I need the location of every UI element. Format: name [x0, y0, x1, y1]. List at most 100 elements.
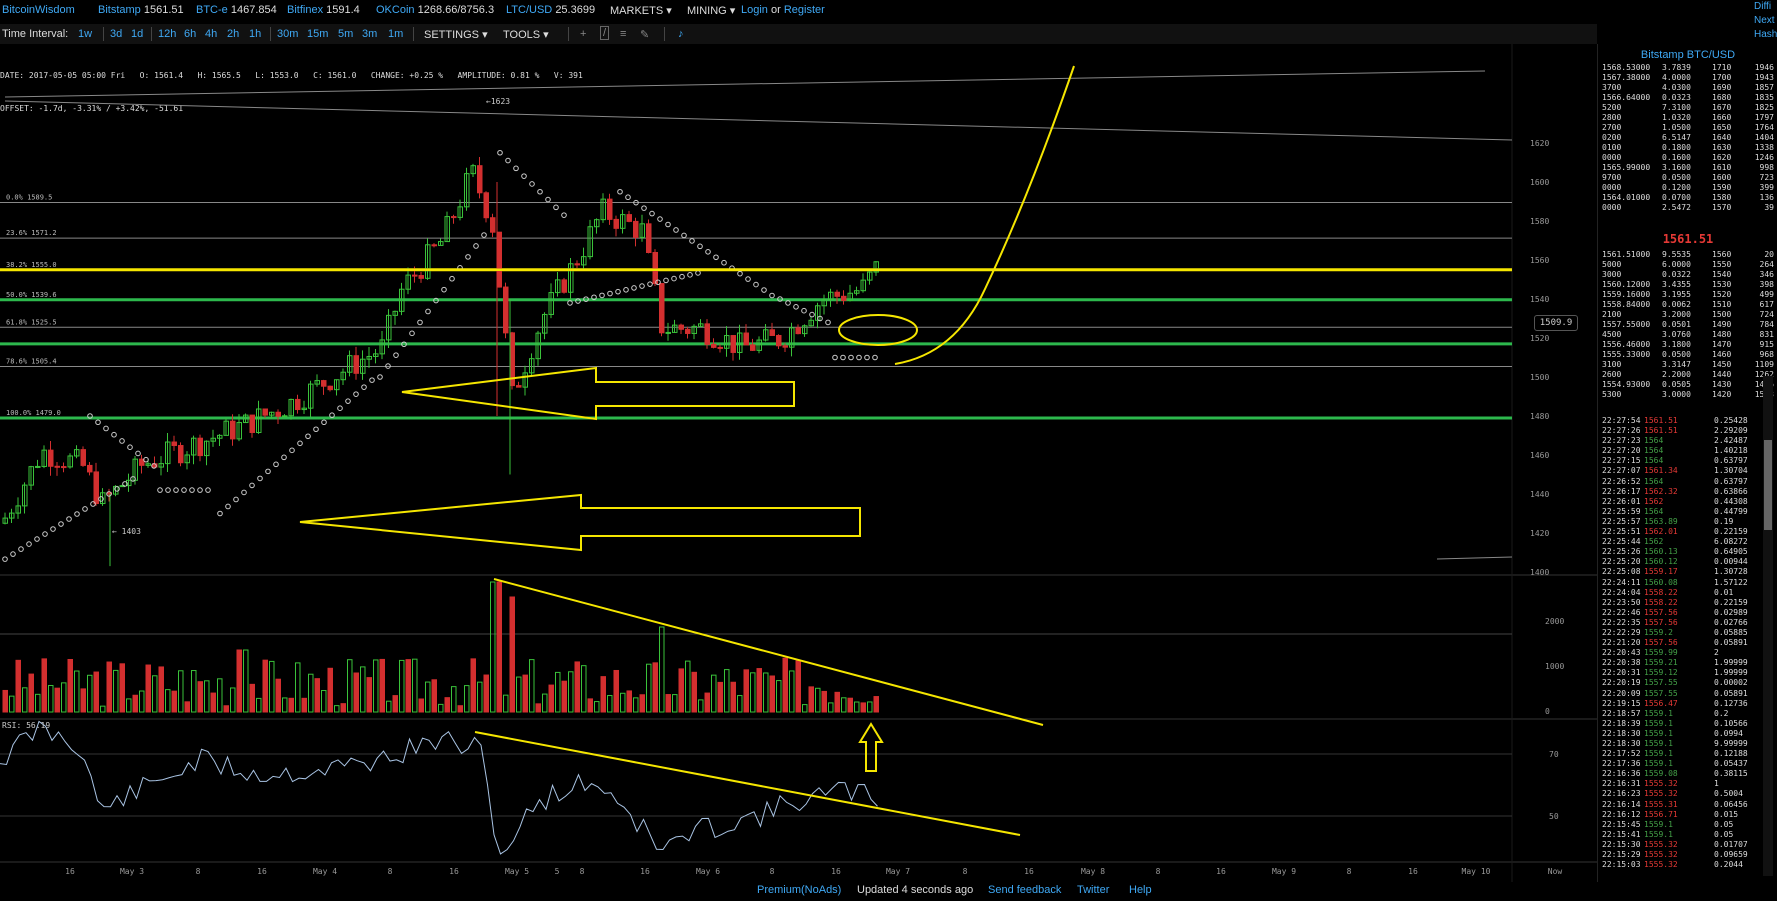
register-link[interactable]: Register — [784, 4, 825, 16]
sar-dot — [217, 510, 223, 517]
fibonacci-levels: 0.0% 1589.5 23.6% 1571.2 38.2% 1555.0 50.0%… — [0, 70, 1513, 560]
interval-4h[interactable]: 4h — [205, 28, 217, 40]
volume-bar — [555, 671, 561, 713]
scrollbar-thumb[interactable] — [1764, 440, 1772, 530]
bid-depth-sum: 724 — [1759, 310, 1774, 319]
ask-depth-price: 1690 — [1712, 83, 1732, 92]
next-link[interactable]: Next — [1754, 14, 1777, 28]
pencil-icon[interactable]: ✎ — [640, 28, 649, 41]
bid-row[interactable]: 4500 3.0760 1480 831 — [1602, 330, 1774, 340]
bell-icon[interactable]: ♪ — [678, 28, 684, 40]
ask-row[interactable]: 1567.38000 4.0000 1700 1943 — [1602, 73, 1774, 83]
ask-depth-sum: 723 — [1759, 173, 1774, 182]
trade-row: 22:17:36 1559.1 0.05437 — [1602, 759, 1758, 769]
candle-body — [431, 244, 437, 247]
ask-row[interactable]: 2800 1.0320 1660 1797 — [1602, 113, 1774, 123]
volume-bar — [360, 666, 366, 713]
bid-row[interactable]: 2600 2.2000 1440 1262 — [1602, 370, 1774, 380]
twitter-link[interactable]: Twitter — [1077, 884, 1109, 896]
interval-3m[interactable]: 3m — [362, 28, 377, 40]
ask-row[interactable]: 2700 1.0500 1650 1764 — [1602, 123, 1774, 133]
trendline-icon[interactable]: / — [600, 26, 610, 40]
trades-scrollbar[interactable] — [1763, 376, 1773, 876]
crosshair-icon[interactable]: + — [580, 28, 586, 40]
ask-row[interactable]: 1565.99000 3.1600 1610 998 — [1602, 163, 1774, 173]
interval-1h[interactable]: 1h — [249, 28, 261, 40]
difficulty-link[interactable]: Diffi — [1754, 0, 1777, 14]
bid-row[interactable]: 53003.000014201533 — [1602, 390, 1774, 400]
exchange-okcoin[interactable]: OKCoin 1268.66/8756.3 — [376, 4, 494, 16]
bid-row[interactable]: 3100 3.3147 1450 1109 — [1602, 360, 1774, 370]
interval-6h[interactable]: 6h — [184, 28, 196, 40]
bid-row[interactable]: 1555.33000 0.0500 1460 968 — [1602, 350, 1774, 360]
bid-row[interactable]: 1561.51000 9.5535 1560 20 — [1602, 250, 1774, 260]
ask-row[interactable]: 1568.53000 3.7839 1710 1946 — [1602, 63, 1774, 73]
ask-row[interactable]: 9700 0.0500 1600 723 — [1602, 173, 1774, 183]
hashrate-link[interactable]: Hash — [1754, 28, 1777, 42]
exchange-bitfinex[interactable]: Bitfinex 1591.4 — [287, 4, 360, 16]
volume-bar — [743, 669, 749, 713]
send-feedback-link[interactable]: Send feedback — [988, 884, 1061, 896]
interval-15m[interactable]: 15m — [307, 28, 328, 40]
bid-row[interactable]: 5000 6.0000 1550 264 — [1602, 260, 1774, 270]
price-chart[interactable]: 0.0% 1589.5 23.6% 1571.2 38.2% 1555.0 50.0%… — [0, 44, 1597, 882]
bid-row[interactable]: 2100 3.2000 1500 724 — [1602, 310, 1774, 320]
market-title[interactable]: Bitstamp BTC/USD — [1598, 49, 1777, 61]
ask-row[interactable]: 5200 7.3100 1670 1825 — [1602, 103, 1774, 113]
interval-1m[interactable]: 1m — [388, 28, 403, 40]
ask-amount: 1.0320 — [1662, 113, 1691, 122]
trade-amount: 2.42487 — [1714, 436, 1748, 446]
interval-12h[interactable]: 12h — [158, 28, 176, 40]
volume-bar — [178, 670, 184, 713]
bid-row[interactable]: 1554.930000.050514301446 — [1602, 380, 1774, 390]
sar-dot — [135, 450, 141, 457]
ask-row[interactable]: 1566.64000 0.0323 1680 1835 — [1602, 93, 1774, 103]
ask-row[interactable]: 0000 0.1600 1620 1246 — [1602, 153, 1774, 163]
ask-depth-sum: 1857 — [1754, 83, 1774, 92]
candle-body — [841, 295, 847, 301]
candle-body — [646, 223, 652, 254]
interval-1w[interactable]: 1w — [78, 28, 92, 40]
bid-row[interactable]: 3000 0.0322 1540 346 — [1602, 270, 1774, 280]
bid-row[interactable]: 1560.12000 3.4355 1530 398 — [1602, 280, 1774, 290]
interval-1d[interactable]: 1d — [131, 28, 143, 40]
ask-row[interactable]: 0200 6.5147 1640 1404 — [1602, 133, 1774, 143]
settings-menu[interactable]: SETTINGS ▾ — [424, 28, 488, 41]
bid-depth-price: 1540 — [1712, 270, 1732, 279]
interval-3d[interactable]: 3d — [110, 28, 122, 40]
bid-row[interactable]: 1556.46000 3.1800 1470 915 — [1602, 340, 1774, 350]
bid-row[interactable]: 1559.16000 3.1955 1520 499 — [1602, 290, 1774, 300]
mining-menu[interactable]: MINING ▾ — [687, 4, 735, 17]
exchange-ltcusd[interactable]: LTC/USD 25.3699 — [506, 4, 595, 16]
parallel-lines-icon[interactable]: ≡ — [620, 28, 626, 40]
markets-menu[interactable]: MARKETS ▾ — [610, 4, 672, 17]
trade-amount: 0.02766 — [1714, 617, 1748, 627]
ask-row[interactable]: 3700 4.0300 1690 1857 — [1602, 83, 1774, 93]
sar-dot — [848, 354, 854, 361]
trade-row: 22:25:44 1562 6.08272 — [1602, 537, 1758, 547]
bid-row[interactable]: 1557.55000 0.0501 1490 784 — [1602, 320, 1774, 330]
exchange-bitstamp[interactable]: Bitstamp 1561.51 — [98, 4, 184, 16]
volume-bar — [366, 677, 372, 713]
volume-bar — [392, 695, 398, 713]
premium-link[interactable]: Premium(NoAds) — [757, 884, 841, 896]
bid-row[interactable]: 1558.84000 0.0062 1510 617 — [1602, 300, 1774, 310]
interval-2h[interactable]: 2h — [227, 28, 239, 40]
volume-bar — [340, 703, 346, 713]
ask-row[interactable]: 0100 0.1800 1630 1338 — [1602, 143, 1774, 153]
help-link[interactable]: Help — [1129, 884, 1152, 896]
interval-5m[interactable]: 5m — [338, 28, 353, 40]
volume-bar — [626, 690, 632, 713]
ask-row[interactable]: 1564.01000 0.0700 1580 136 — [1602, 193, 1774, 203]
brand-link[interactable]: BitcoinWisdom — [2, 4, 75, 16]
ask-row[interactable]: 0000 0.1200 1590 399 — [1602, 183, 1774, 193]
tools-menu[interactable]: TOOLS ▾ — [503, 28, 549, 41]
ask-row[interactable]: 0000 2.5472 1570 39 — [1602, 203, 1774, 213]
trade-price: 1562.32 — [1644, 486, 1678, 496]
exchange-btce[interactable]: BTC-e 1467.854 — [196, 4, 277, 16]
bid-price: 1559.16000 — [1602, 290, 1651, 299]
trade-amount: 6.08272 — [1714, 537, 1748, 547]
interval-30m[interactable]: 30m — [277, 28, 298, 40]
login-link[interactable]: Login — [741, 4, 768, 16]
sar-dot — [793, 304, 799, 310]
